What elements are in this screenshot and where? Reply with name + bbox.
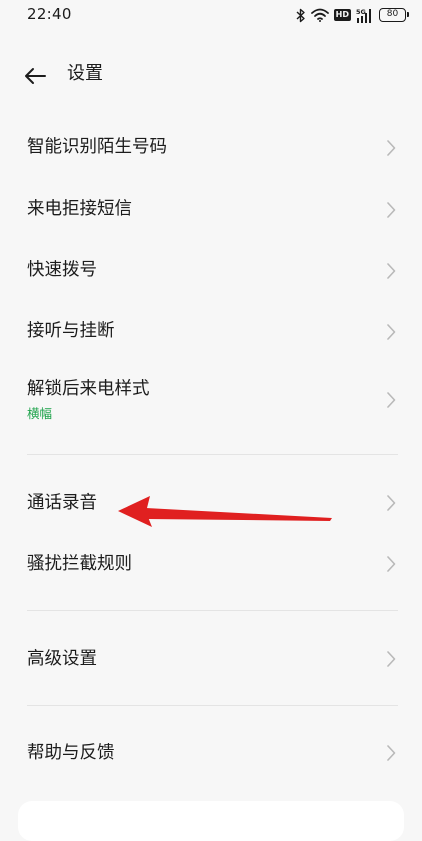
chevron-right-icon (387, 651, 396, 667)
item-label: 接听与挂断 (27, 321, 115, 341)
back-button[interactable] (20, 62, 50, 90)
item-label: 解锁后来电样式 (27, 379, 150, 399)
section-divider (27, 454, 398, 455)
list-item-reject-sms[interactable]: 来电拒接短信 (0, 181, 422, 237)
status-time: 22:40 (27, 5, 72, 23)
bluetooth-icon (296, 8, 306, 23)
list-item-unlock-call-style[interactable]: 解锁后来电样式 横幅 (0, 365, 422, 437)
list-item-answer-hangup[interactable]: 接听与挂断 (0, 304, 422, 360)
page-title: 设置 (67, 63, 103, 84)
item-label: 来电拒接短信 (27, 199, 132, 219)
list-item-help-feedback[interactable]: 帮助与反馈 (0, 726, 422, 782)
list-item-spam-rules[interactable]: 骚扰拦截规则 (0, 537, 422, 593)
item-label: 骚扰拦截规则 (27, 554, 132, 574)
list-item-call-recording[interactable]: 通话录音 (0, 476, 422, 532)
chevron-right-icon (387, 745, 396, 761)
item-label: 高级设置 (27, 649, 97, 669)
back-arrow-icon (25, 68, 46, 84)
status-bar: 22:40 HD 5G 80 (0, 0, 422, 30)
section-divider (27, 610, 398, 611)
item-label: 智能识别陌生号码 (27, 137, 167, 157)
bottom-card (18, 801, 404, 841)
item-label: 帮助与反馈 (27, 743, 115, 763)
chevron-right-icon (387, 202, 396, 218)
item-label: 通话录音 (27, 493, 97, 513)
list-item-advanced-settings[interactable]: 高级设置 (0, 631, 422, 687)
list-item-smart-id[interactable]: 智能识别陌生号码 (0, 120, 422, 176)
list-item-speed-dial[interactable]: 快速拨号 (0, 243, 422, 299)
signal-icon: 5G (356, 8, 374, 23)
header: 设置 (0, 56, 422, 96)
hd-icon: HD (333, 9, 351, 21)
item-label: 快速拨号 (27, 260, 97, 280)
section-divider (27, 705, 398, 706)
item-subtitle: 横幅 (27, 406, 53, 421)
chevron-right-icon (387, 263, 396, 279)
chevron-right-icon (387, 140, 396, 156)
chevron-right-icon (387, 495, 396, 511)
wifi-icon (310, 8, 329, 22)
chevron-right-icon (387, 556, 396, 572)
status-icons: HD 5G 80 (296, 6, 409, 24)
network-label: 5G (356, 8, 366, 16)
battery-icon: 80 (379, 8, 409, 22)
chevron-right-icon (387, 324, 396, 340)
chevron-right-icon (387, 392, 396, 408)
